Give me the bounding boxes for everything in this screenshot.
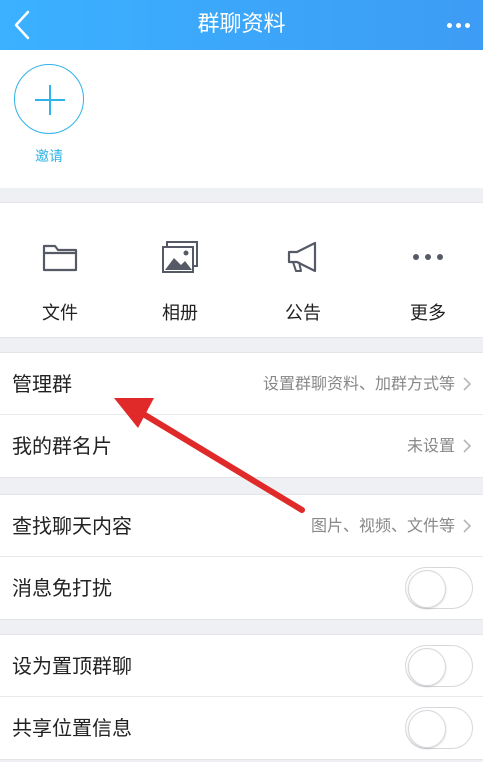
invite-label: 邀请: [35, 149, 63, 165]
share-location-row: 共享位置信息: [0, 697, 483, 759]
location-toggle[interactable]: [405, 707, 473, 749]
row-label: 我的群名片: [12, 434, 112, 458]
feature-grid: 文件 相册 公告 更多: [0, 202, 483, 338]
dot-icon: [446, 22, 452, 28]
grid-item-more[interactable]: 更多: [368, 203, 483, 339]
grid-item-label: 相册: [162, 303, 198, 324]
settings-group-misc: 设为置顶群聊 共享位置信息: [0, 634, 483, 760]
row-value: 图片、视频、文件等: [310, 516, 455, 535]
chevron-right-icon: [463, 439, 472, 453]
row-value: 未设置: [406, 436, 455, 455]
chevron-right-icon: [463, 377, 472, 391]
settings-group-manage: 管理群 设置群聊资料、加群方式等 我的群名片 未设置: [0, 352, 483, 478]
search-chat-row[interactable]: 查找聊天内容 图片、视频、文件等: [0, 495, 483, 557]
chevron-right-icon: [463, 519, 472, 533]
more-dots-icon: [408, 237, 448, 277]
page-title: 群聊资料: [197, 12, 286, 37]
mute-row: 消息免打扰: [0, 557, 483, 619]
pin-chat-row: 设为置顶群聊: [0, 635, 483, 697]
invite-button[interactable]: [14, 64, 84, 134]
members-section: 邀请: [0, 50, 483, 188]
settings-group-chat: 查找聊天内容 图片、视频、文件等 消息免打扰: [0, 494, 483, 620]
row-label: 消息免打扰: [12, 576, 112, 600]
megaphone-icon: [283, 237, 323, 277]
grid-item-label: 更多: [410, 303, 446, 324]
group-nickname-row[interactable]: 我的群名片 未设置: [0, 415, 483, 477]
more-menu-button[interactable]: [439, 10, 477, 40]
title-bar: 群聊资料: [0, 0, 483, 50]
grid-item-files[interactable]: 文件: [0, 203, 120, 339]
dot-icon: [464, 22, 470, 28]
dot-icon: [455, 22, 461, 28]
pin-toggle[interactable]: [405, 645, 473, 687]
manage-group-row[interactable]: 管理群 设置群聊资料、加群方式等: [0, 353, 483, 415]
row-label: 管理群: [12, 372, 72, 396]
grid-item-label: 文件: [42, 303, 78, 324]
grid-item-album[interactable]: 相册: [120, 203, 240, 339]
mute-toggle[interactable]: [405, 567, 473, 609]
row-label: 设为置顶群聊: [12, 654, 132, 678]
folder-icon: [40, 237, 80, 277]
row-value: 设置群聊资料、加群方式等: [262, 374, 455, 393]
album-icon: [160, 237, 200, 277]
grid-item-label: 公告: [285, 303, 321, 324]
grid-item-announcement[interactable]: 公告: [243, 203, 363, 339]
row-label: 共享位置信息: [12, 716, 132, 740]
row-label: 查找聊天内容: [12, 514, 132, 538]
